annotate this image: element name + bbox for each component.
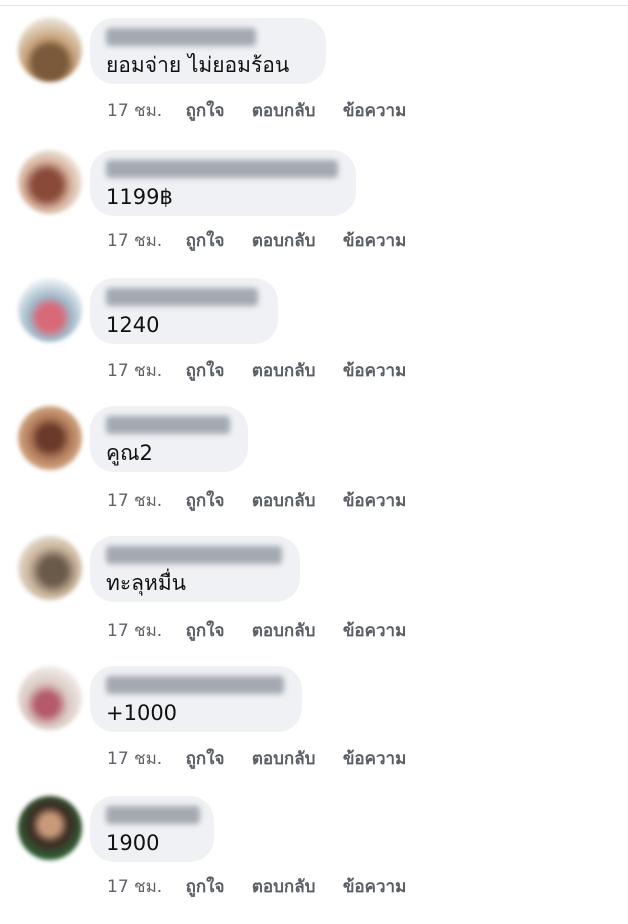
like-button[interactable]: ถูกใจ [186,490,225,512]
comment-actions: 17 ชม. ถูกใจ ตอบกลับ ข้อความ [107,100,406,122]
comment: ยอมจ่าย ไม่ยอมร้อน 17 ชม. ถูกใจ ตอบกลับ … [0,18,628,146]
comment-actions: 17 ชม. ถูกใจ ตอบกลับ ข้อความ [107,230,406,252]
like-button[interactable]: ถูกใจ [186,876,225,898]
comment-text: คูณ2 [106,441,153,465]
like-button[interactable]: ถูกใจ [186,620,225,642]
comment-text: 1199฿ [106,185,173,209]
like-button[interactable]: ถูกใจ [186,748,225,770]
reply-button[interactable]: ตอบกลับ [252,748,316,770]
message-button[interactable]: ข้อความ [343,876,407,898]
like-button[interactable]: ถูกใจ [186,230,225,252]
like-button[interactable]: ถูกใจ [186,360,225,382]
message-button[interactable]: ข้อความ [343,748,407,770]
comment-time[interactable]: 17 ชม. [107,490,162,512]
reply-button[interactable]: ตอบกลับ [252,100,316,122]
comment-text: +1000 [106,701,178,725]
comment-author[interactable] [106,416,230,434]
comment-bubble: ยอมจ่าย ไม่ยอมร้อน [90,18,326,84]
comment-text: ทะลุหมื่น [106,571,187,595]
comment-actions: 17 ชม. ถูกใจ ตอบกลับ ข้อความ [107,490,406,512]
comment-author[interactable] [106,288,258,306]
comment-time[interactable]: 17 ชม. [107,360,162,382]
comment-bubble: 1900 [90,796,214,862]
message-button[interactable]: ข้อความ [343,360,407,382]
message-button[interactable]: ข้อความ [343,490,407,512]
comment: +1000 17 ชม. ถูกใจ ตอบกลับ ข้อความ [0,666,628,794]
comment-text: ยอมจ่าย ไม่ยอมร้อน [106,53,290,77]
avatar[interactable] [18,666,82,730]
avatar[interactable] [18,18,82,82]
comment-author[interactable] [106,676,284,694]
reply-button[interactable]: ตอบกลับ [252,230,316,252]
reply-button[interactable]: ตอบกลับ [252,876,316,898]
comment-time[interactable]: 17 ชม. [107,620,162,642]
message-button[interactable]: ข้อความ [343,620,407,642]
comment-text: 1240 [106,313,160,337]
reply-button[interactable]: ตอบกลับ [252,490,316,512]
comment-actions: 17 ชม. ถูกใจ ตอบกลับ ข้อความ [107,876,406,898]
comment-bubble: คูณ2 [90,406,248,472]
reply-button[interactable]: ตอบกลับ [252,620,316,642]
avatar[interactable] [18,150,82,214]
comment: 1240 17 ชม. ถูกใจ ตอบกลับ ข้อความ [0,278,628,406]
comment: ทะลุหมื่น 17 ชม. ถูกใจ ตอบกลับ ข้อความ [0,536,628,664]
comment-bubble: 1199฿ [90,150,356,216]
avatar[interactable] [18,536,82,600]
top-divider [0,0,628,6]
comment-time[interactable]: 17 ชม. [107,230,162,252]
comment-actions: 17 ชม. ถูกใจ ตอบกลับ ข้อความ [107,360,406,382]
comment-author[interactable] [106,806,200,824]
avatar[interactable] [18,796,82,860]
comment-author[interactable] [106,160,338,178]
comment-bubble: ทะลุหมื่น [90,536,300,602]
comment-time[interactable]: 17 ชม. [107,100,162,122]
reply-button[interactable]: ตอบกลับ [252,360,316,382]
avatar[interactable] [18,278,82,342]
comment-bubble: +1000 [90,666,302,732]
message-button[interactable]: ข้อความ [343,230,407,252]
comment-actions: 17 ชม. ถูกใจ ตอบกลับ ข้อความ [107,748,406,770]
message-button[interactable]: ข้อความ [343,100,407,122]
comment-bubble: 1240 [90,278,278,344]
like-button[interactable]: ถูกใจ [186,100,225,122]
comment-actions: 17 ชม. ถูกใจ ตอบกลับ ข้อความ [107,620,406,642]
comment-author[interactable] [106,546,282,564]
avatar[interactable] [18,406,82,470]
comment: คูณ2 17 ชม. ถูกใจ ตอบกลับ ข้อความ [0,406,628,534]
comment-text: 1900 [106,831,160,855]
comment-author[interactable] [106,28,256,46]
comment-time[interactable]: 17 ชม. [107,748,162,770]
comment: 1199฿ 17 ชม. ถูกใจ ตอบกลับ ข้อความ [0,150,628,278]
comment-time[interactable]: 17 ชม. [107,876,162,898]
